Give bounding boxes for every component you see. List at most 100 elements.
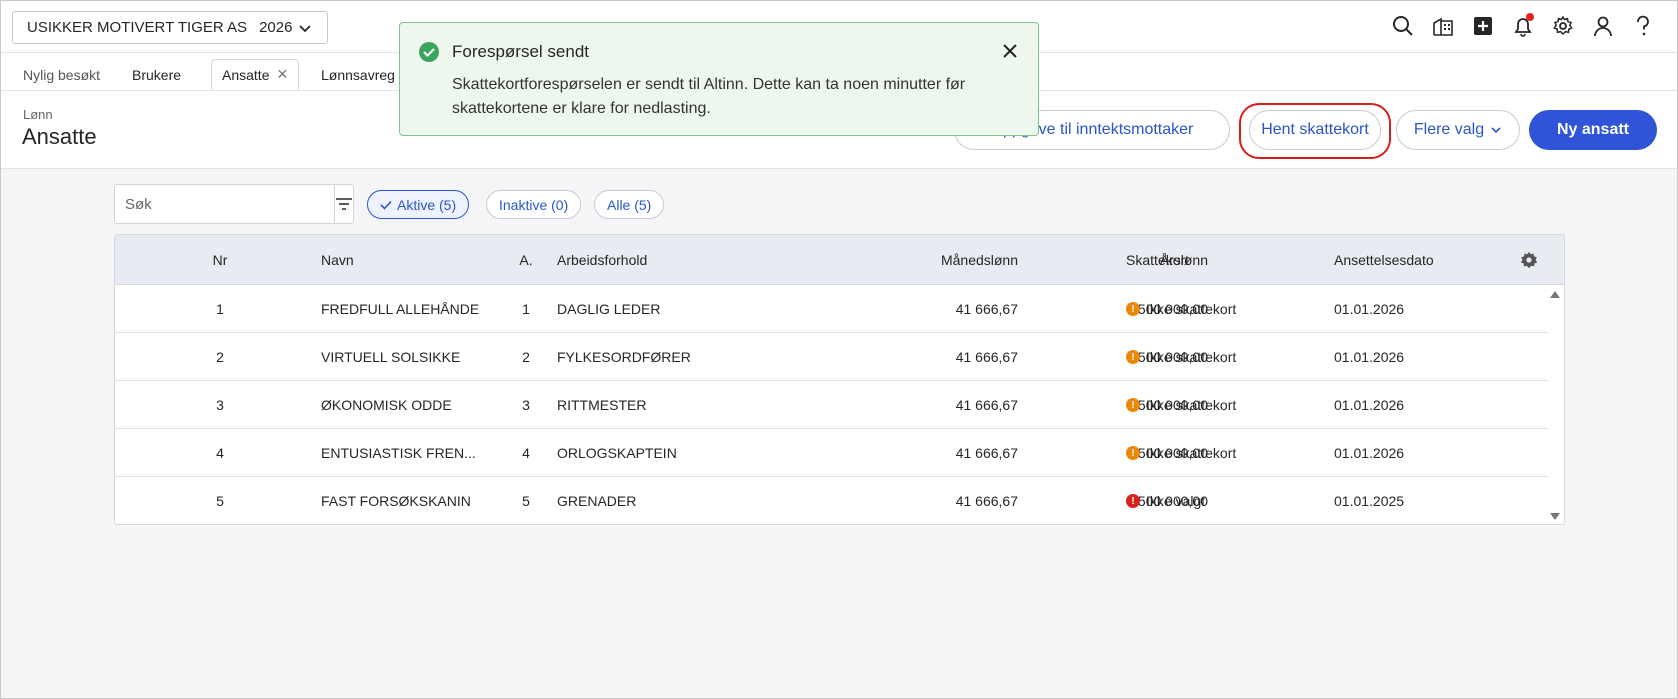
close-icon[interactable] bbox=[1000, 41, 1020, 61]
new-employee-button[interactable]: Ny ansatt bbox=[1529, 110, 1657, 150]
col-arbeidsforhold[interactable]: Arbeidsforhold bbox=[557, 235, 647, 285]
table-header: Nr Navn A. Arbeidsforhold Månedslønn Års… bbox=[115, 235, 1564, 285]
warning-icon: ! bbox=[1126, 302, 1140, 316]
cell-maanedslonn: 41 666,67 bbox=[955, 301, 1018, 317]
cell-skattekort: ! Ikke skattekort bbox=[1126, 381, 1236, 429]
user-icon[interactable] bbox=[1591, 14, 1615, 38]
cell-arbeidsforhold: ORLOGSKAPTEIN bbox=[557, 445, 677, 461]
cell-a: 5 bbox=[522, 493, 530, 509]
cell-ansettelsesdato: 01.01.2026 bbox=[1334, 397, 1405, 413]
close-icon[interactable]: ✕ bbox=[276, 66, 288, 83]
col-ansettelsesdato[interactable]: Ansettelsesdato bbox=[1334, 235, 1434, 285]
cell-skattekort: ! Ikke skattekort bbox=[1126, 285, 1236, 333]
cell-navn: FREDFULL ALLEHÅNDE bbox=[321, 301, 480, 317]
top-icon-bar bbox=[1391, 13, 1655, 38]
table-row[interactable]: 4 ENTUSIASTISK FREN... 4 ORLOGSKAPTEIN 41 66… bbox=[115, 429, 1549, 477]
cell-arbeidsforhold: RITTMESTER bbox=[557, 397, 647, 413]
cell-nr: 1 bbox=[216, 301, 224, 317]
table-row[interactable]: 5 FAST FORSØKSKANIN 5 GRENADER 41 666,67 500 … bbox=[115, 477, 1549, 524]
employees-table: Nr Navn A. Arbeidsforhold Månedslønn Års… bbox=[114, 234, 1565, 525]
help-icon[interactable] bbox=[1631, 14, 1655, 38]
cell-nr: 3 bbox=[216, 397, 224, 413]
skattekort-label: Ikke skattekort bbox=[1146, 445, 1237, 461]
cell-ansettelsesdato: 01.01.2025 bbox=[1334, 493, 1405, 509]
more-options-label: Flere valg bbox=[1413, 121, 1485, 138]
cell-ansettelsesdato: 01.01.2026 bbox=[1334, 349, 1405, 365]
toast-message: Skattekortforespørselen er sendt til Alt… bbox=[452, 76, 966, 117]
recently-visited-label: Nylig besøkt bbox=[23, 66, 101, 83]
cell-a: 2 bbox=[522, 349, 530, 365]
chip-all[interactable]: Alle (5) bbox=[594, 190, 665, 219]
error-icon: ! bbox=[1126, 494, 1140, 508]
cell-maanedslonn: 41 666,67 bbox=[955, 493, 1018, 509]
warning-icon: ! bbox=[1126, 350, 1140, 364]
cell-ansettelsesdato: 01.01.2026 bbox=[1334, 445, 1405, 461]
column-settings-gear-icon[interactable] bbox=[1520, 235, 1538, 285]
warning-icon: ! bbox=[1126, 446, 1140, 460]
skattekort-label: Ikke skattekort bbox=[1146, 349, 1237, 365]
chip-active-label: Aktive (5) bbox=[397, 196, 457, 213]
cell-arbeidsforhold: DAGLIG LEDER bbox=[557, 301, 661, 317]
skattekort-label: Ikke skattekort bbox=[1146, 301, 1237, 317]
tab-brukere[interactable]: Brukere bbox=[122, 59, 191, 90]
col-skattekort[interactable]: Skattekort bbox=[1126, 235, 1189, 285]
gear-icon[interactable] bbox=[1551, 14, 1575, 38]
cell-ansettelsesdato: 01.01.2026 bbox=[1334, 301, 1405, 317]
add-icon[interactable] bbox=[1471, 14, 1495, 38]
col-navn[interactable]: Navn bbox=[321, 235, 354, 285]
filter-icon[interactable] bbox=[334, 185, 353, 223]
company-building-icon[interactable] bbox=[1431, 14, 1455, 38]
table-body: 1 FREDFULL ALLEHÅNDE 1 DAGLIG LEDER 41 666,6… bbox=[115, 285, 1564, 524]
success-toast: Forespørsel sendt Skattekortforespørsele… bbox=[399, 22, 1039, 136]
cell-arbeidsforhold: GRENADER bbox=[557, 493, 637, 509]
chevron-down-icon bbox=[299, 24, 311, 32]
chip-active[interactable]: Aktive (5) bbox=[367, 190, 470, 219]
chevron-down-icon bbox=[1491, 127, 1501, 134]
bell-icon[interactable] bbox=[1511, 13, 1535, 38]
cell-arbeidsforhold: FYLKESORDFØRER bbox=[557, 349, 691, 365]
get-tax-card-button[interactable]: Hent skattekort bbox=[1249, 110, 1381, 150]
search-icon[interactable] bbox=[1391, 14, 1415, 38]
cell-navn: ENTUSIASTISK FREN... bbox=[321, 445, 476, 461]
cell-a: 3 bbox=[522, 397, 530, 413]
company-year: 2026 bbox=[259, 19, 293, 36]
table-row[interactable]: 2 VIRTUELL SOLSIKKE 2 FYLKESORDFØRER 41 666,… bbox=[115, 333, 1549, 381]
tab-lonnsavregning[interactable]: Lønnsavreg bbox=[311, 59, 405, 90]
notification-dot bbox=[1526, 13, 1534, 21]
page-title: Ansatte bbox=[22, 124, 97, 149]
cell-navn: FAST FORSØKSKANIN bbox=[321, 493, 471, 509]
cell-a: 1 bbox=[522, 301, 530, 317]
company-selector[interactable]: USIKKER MOTIVERT TIGER AS 2026 bbox=[12, 11, 328, 44]
breadcrumb: Lønn bbox=[23, 107, 53, 122]
cell-maanedslonn: 41 666,67 bbox=[955, 445, 1018, 461]
table-row[interactable]: 1 FREDFULL ALLEHÅNDE 1 DAGLIG LEDER 41 666,6… bbox=[115, 285, 1549, 333]
check-icon bbox=[380, 200, 392, 210]
chip-inactive[interactable]: Inaktive (0) bbox=[486, 190, 582, 219]
cell-a: 4 bbox=[522, 445, 530, 461]
cell-maanedslonn: 41 666,67 bbox=[955, 349, 1018, 365]
search-input[interactable] bbox=[115, 185, 334, 223]
more-options-button[interactable]: Flere valg bbox=[1396, 110, 1520, 150]
table-row[interactable]: 3 ØKONOMISK ODDE 3 RITTMESTER 41 666,67 500 0… bbox=[115, 381, 1549, 429]
company-name: USIKKER MOTIVERT TIGER AS bbox=[27, 19, 248, 36]
cell-skattekort: ! Ikke skattekort bbox=[1126, 429, 1236, 477]
cell-maanedslonn: 41 666,67 bbox=[955, 397, 1018, 413]
skattekort-label: Ikke skattekort bbox=[1146, 397, 1237, 413]
tab-ansatte[interactable]: Ansatte ✕ bbox=[211, 59, 300, 90]
col-maanedslonn[interactable]: Månedslønn bbox=[755, 235, 1018, 285]
search-box bbox=[114, 184, 354, 224]
cell-navn: VIRTUELL SOLSIKKE bbox=[321, 349, 461, 365]
cell-skattekort: ! Ikke skattekort bbox=[1126, 333, 1236, 381]
warning-icon: ! bbox=[1126, 398, 1140, 412]
col-nr[interactable]: Nr bbox=[195, 235, 245, 285]
cell-nr: 5 bbox=[216, 493, 224, 509]
cell-navn: ØKONOMISK ODDE bbox=[321, 397, 452, 413]
toast-title: Forespørsel sendt bbox=[452, 42, 589, 61]
cell-nr: 2 bbox=[216, 349, 224, 365]
cell-skattekort: ! Ikke valgt bbox=[1126, 477, 1206, 524]
col-a[interactable]: A. bbox=[506, 235, 546, 285]
cell-nr: 4 bbox=[216, 445, 224, 461]
scroll-down-arrow[interactable] bbox=[1550, 513, 1560, 520]
scroll-up-arrow[interactable] bbox=[1550, 291, 1560, 298]
skattekort-label: Ikke valgt bbox=[1146, 493, 1206, 509]
